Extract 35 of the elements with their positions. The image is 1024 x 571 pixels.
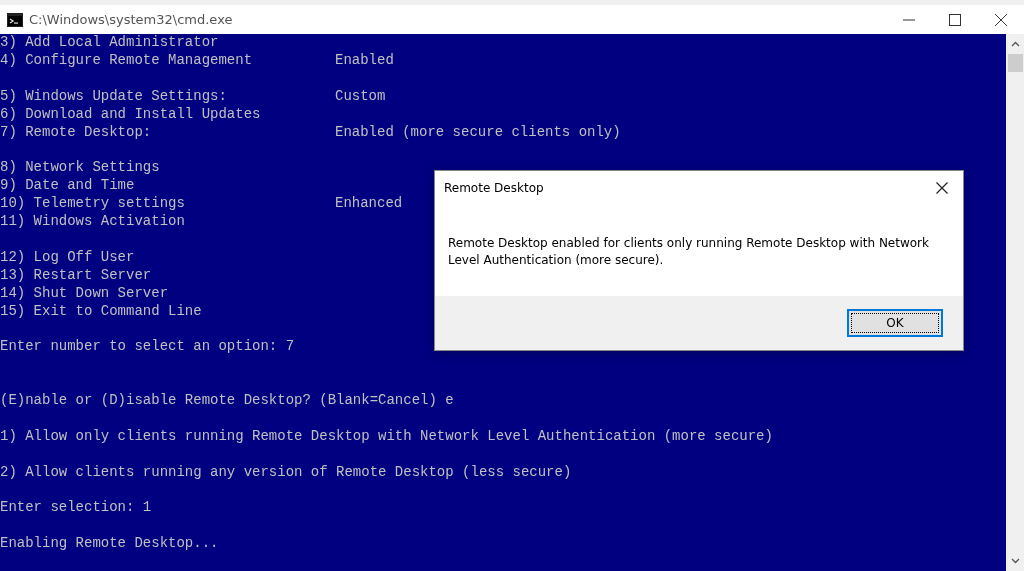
console-line: 7) Remote Desktop: <box>0 123 153 142</box>
scroll-down-icon[interactable] <box>1010 558 1020 564</box>
console-line: 15) Exit to Command Line <box>0 302 202 321</box>
ok-button[interactable]: OK <box>847 309 943 337</box>
console-line: 11) Windows Activation <box>0 213 185 231</box>
setting-value: Enhanced <box>335 195 403 214</box>
dialog-title: Remote Desktop <box>444 181 544 195</box>
dialog-message: Remote Desktop enabled for clients only running Remote Desktop with Network Level Authentication (more secure). <box>448 235 930 269</box>
console-line: 9) Date and Time <box>0 177 135 196</box>
console-line: 8) Network Settings <box>0 159 160 178</box>
window-title: C:\Windows\system32\cmd.exe <box>29 12 233 27</box>
close-icon[interactable] <box>936 182 948 194</box>
console-line: Enter selection: 1 <box>0 499 152 518</box>
setting-value: Custom <box>335 87 386 106</box>
console-line: Enter number to select an option: 7 <box>0 338 295 357</box>
console-line: 1) Allow only clients running Remote Desktop with Network Level Authentication (more secure) <box>0 427 773 446</box>
console-line: 6) Download and Install Updates <box>0 105 261 124</box>
console-line: 4) Configure Remote Management <box>0 51 254 70</box>
console-line: Enabling Remote Desktop... <box>0 535 219 554</box>
console-line: 14) Shut Down Server <box>0 284 169 303</box>
console-line: 13) Restart Server <box>0 266 152 285</box>
console-line: 12) Log Off User <box>0 248 135 267</box>
console-line: 5) Windows Update Settings: <box>0 87 228 106</box>
console-line: 2) Allow clients running any version of Remote Desktop (less secure) <box>0 463 572 482</box>
setting-value: Enabled (more secure clients only) <box>335 123 621 142</box>
scroll-thumb[interactable] <box>1007 54 1023 72</box>
console-line: 10) Telemetry settings <box>0 195 186 214</box>
console-icon <box>7 12 23 27</box>
scrollbar[interactable] <box>1006 34 1024 571</box>
maximize-icon[interactable] <box>949 13 961 26</box>
scroll-up-icon[interactable] <box>1010 41 1020 47</box>
console-line: (E)nable or (D)isable Remote Desktop? (Blank=Cancel) e <box>0 392 454 410</box>
setting-value: Enabled <box>335 51 394 70</box>
close-icon[interactable] <box>995 13 1007 26</box>
console-line: 3) Add Local Administrator <box>0 34 219 52</box>
